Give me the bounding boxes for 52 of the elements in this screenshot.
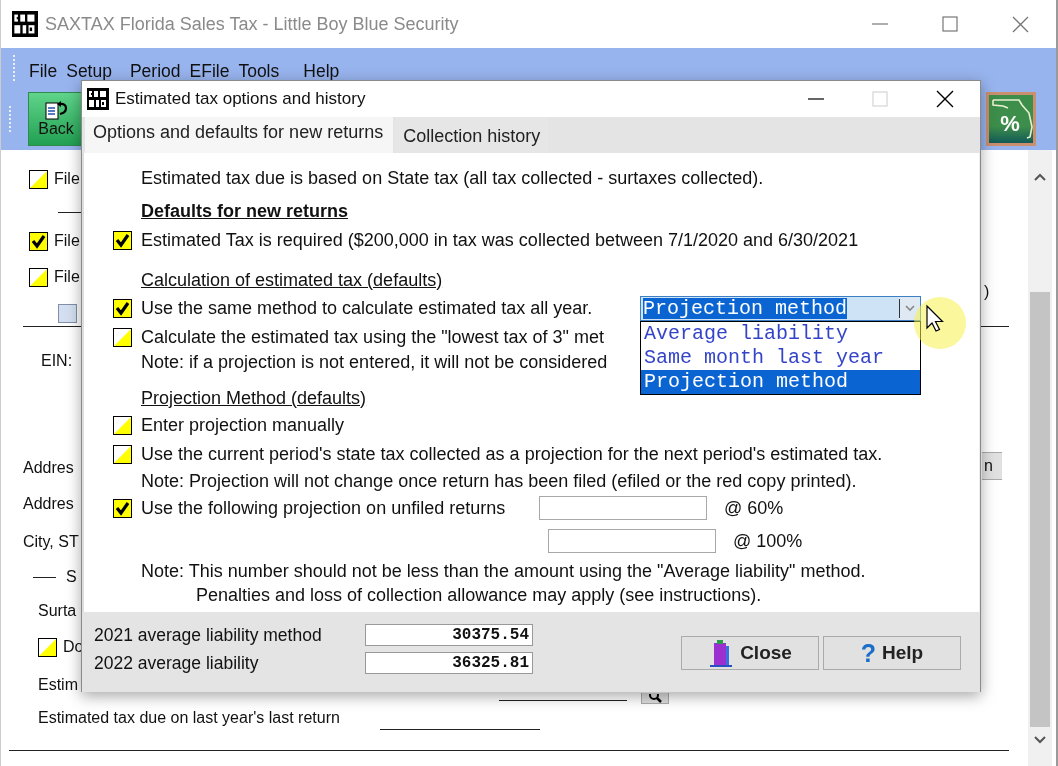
back-button[interactable]: Back — [28, 92, 84, 146]
menu-item[interactable]: EFile — [186, 60, 233, 82]
close-button[interactable]: Close — [681, 636, 819, 670]
note-text: Note: This number should not be less than the amount using the "Average liability" method. — [140, 560, 866, 582]
checkbox-label[interactable]: File — [54, 232, 80, 250]
checkbox-label[interactable]: Calculate the estimated tax using the "lowest tax of 3" met — [141, 326, 605, 348]
help-button[interactable]: ? Help — [823, 636, 961, 670]
help-icon: ? — [860, 638, 877, 668]
dialog-title: Estimated tax options and history — [115, 89, 366, 109]
menu-item[interactable]: Period — [126, 60, 184, 82]
checkbox-label[interactable]: Use the following projection on unfiled returns — [141, 497, 539, 519]
field-label: City, ST — [23, 533, 79, 551]
dropdown-option[interactable]: Same month last year — [641, 345, 920, 370]
menu-item[interactable]: Help — [300, 60, 343, 82]
dropdown-option[interactable]: Projection method — [641, 369, 920, 394]
field-label: Addres — [23, 495, 74, 513]
checkbox-label[interactable]: File — [54, 170, 80, 188]
section-heading: Projection Method (defaults) — [140, 387, 367, 409]
side-button[interactable]: n — [982, 452, 1002, 480]
checkbox-label[interactable]: Use the same method to calculate estimated tax all year. — [141, 297, 640, 319]
field-label: Addres — [23, 459, 74, 477]
section-heading: Calculation of estimated tax (defaults) — [140, 269, 443, 291]
amount-field[interactable]: 36325.81 — [365, 652, 533, 674]
field-label: Estim — [38, 675, 78, 695]
window-title: SAXTAX Florida Sales Tax - Little Boy Blue Security — [45, 13, 459, 35]
menu-item[interactable]: Tools — [235, 60, 283, 82]
dropdown-option[interactable]: Average liability — [641, 321, 920, 346]
section-heading: Defaults for new returns — [140, 200, 349, 222]
percent-label: @ 100% — [733, 530, 803, 552]
checkbox-label[interactable]: Estimated Tax is required ($200,000 in tax was collected between 7/1/2020 and 6/30/2021 — [141, 229, 859, 251]
note-text: Note: Projection will not change once return has been filed (efiled or the red copy printed). — [140, 470, 857, 492]
note-text: Note: if a projection is not entered, it will not be considered — [140, 351, 608, 373]
field-label: 2022 average liability — [94, 652, 260, 674]
checkbox-label[interactable]: File — [54, 268, 80, 286]
menu-item[interactable]: Setup — [63, 60, 115, 82]
menu-item[interactable]: File — [26, 60, 61, 82]
field-label: 2021 average liability method — [94, 624, 323, 646]
percent-label: @ 60% — [724, 497, 784, 519]
note-text: Penalties and loss of collection allowance may apply (see instructions). — [195, 584, 762, 606]
tab[interactable]: Options and defaults for new returns — [85, 117, 394, 153]
dropdown-field[interactable]: Projection method — [640, 295, 921, 321]
florida-button[interactable]: % — [986, 92, 1036, 146]
checkbox-label[interactable]: Use the current period's state tax collected as a projection for the next period's estimated tax. — [141, 443, 883, 465]
section-heading: S — [66, 568, 77, 586]
field-label: Surta — [38, 602, 77, 620]
amount-field[interactable]: 30375.54 — [365, 624, 533, 646]
checkbox-label[interactable]: Enter projection manually — [141, 414, 345, 436]
dropdown-list[interactable]: Average liability Same month last year Projection method — [640, 320, 921, 395]
field-label: EIN: — [41, 352, 73, 370]
field-label: ) — [983, 282, 990, 302]
field-label: Estimated tax due on last year's last return — [38, 709, 340, 727]
info-text: Estimated tax due is based on State tax (all tax collected - surtaxes collected). — [140, 167, 764, 189]
